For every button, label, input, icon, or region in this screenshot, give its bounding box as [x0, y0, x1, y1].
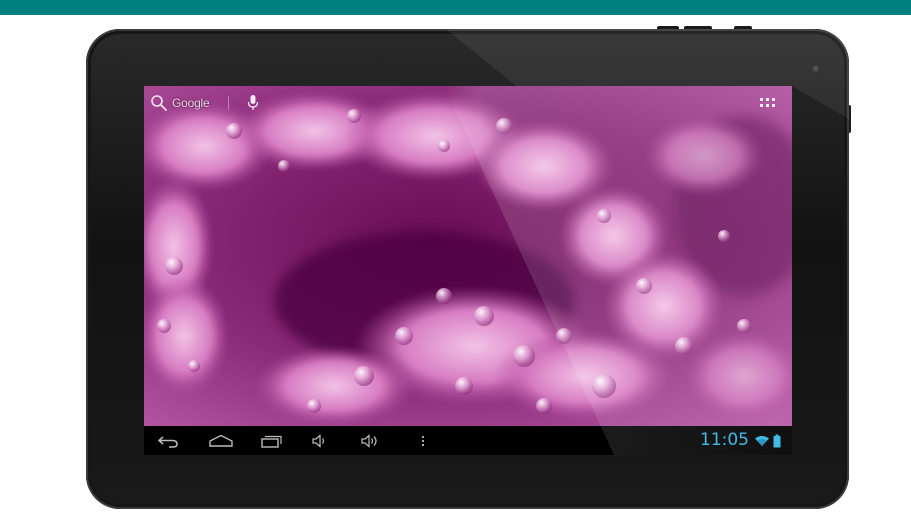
recent-apps-button[interactable] [252, 426, 292, 455]
tablet-device: Google 11:05 [0, 0, 911, 512]
search-divider [227, 96, 229, 110]
volume-down-button[interactable] [300, 426, 340, 455]
search-icon[interactable] [150, 94, 168, 112]
status-clock[interactable]: 11:05 [700, 430, 749, 450]
tablet-screen: Google 11:05 [144, 86, 792, 455]
apps-grid-icon [760, 98, 775, 107]
navigation-bar: 11:05 [144, 426, 792, 455]
wifi-icon[interactable] [754, 426, 770, 455]
overflow-menu-icon [421, 435, 425, 446]
volume-up-icon [361, 433, 377, 448]
home-icon [209, 434, 233, 447]
google-search-label[interactable]: Google [172, 96, 210, 110]
back-button[interactable] [148, 426, 188, 455]
recent-apps-icon [261, 435, 282, 448]
google-search-widget[interactable]: Google [150, 92, 259, 114]
back-icon [157, 435, 178, 448]
battery-icon[interactable] [773, 426, 781, 455]
overflow-menu-button[interactable] [403, 426, 443, 455]
microphone-icon[interactable] [247, 94, 259, 112]
volume-up-button[interactable] [351, 426, 391, 455]
front-camera-icon [812, 65, 821, 74]
home-button[interactable] [201, 426, 241, 455]
wallpaper [144, 86, 792, 426]
volume-down-icon [312, 433, 325, 448]
apps-drawer-button[interactable] [756, 94, 780, 112]
